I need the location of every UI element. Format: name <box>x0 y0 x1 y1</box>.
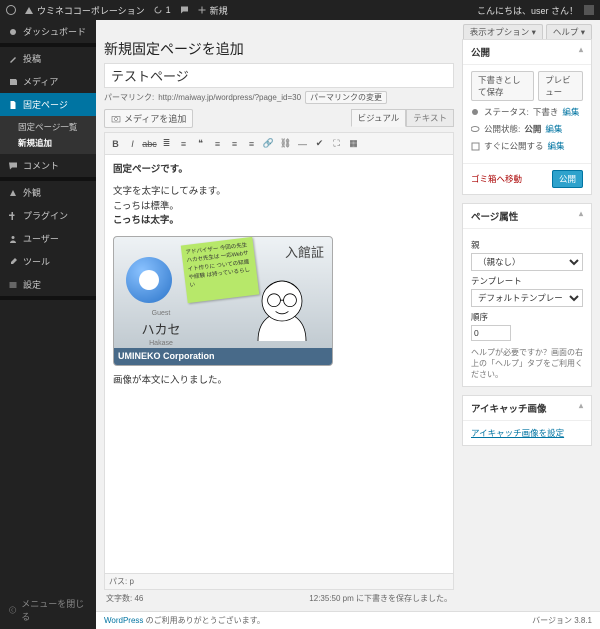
card-title: 入館証 <box>285 243 324 263</box>
help-tab[interactable]: ヘルプ ▾ <box>546 24 592 39</box>
tb-fullscreen[interactable]: ⛶ <box>329 136 344 151</box>
template-select[interactable]: デフォルトテンプレート <box>471 289 583 307</box>
permalink-row: パーマリンク: http://maiway.jp/wordpress/?page… <box>104 91 454 104</box>
card-ribbon: UMINEKO Corporation <box>114 348 332 366</box>
tb-strike[interactable]: abc <box>142 136 157 151</box>
comments-icon[interactable] <box>179 5 189 15</box>
submenu-pages-new[interactable]: 新規追加 <box>18 135 96 151</box>
camera-icon <box>111 114 121 124</box>
admin-bar: ウミネココーポレーション 1 新規 こんにちは、user さん！ <box>0 0 600 20</box>
toggle-icon[interactable]: ▴ <box>579 401 583 415</box>
tb-ol[interactable]: ≡ <box>176 136 191 151</box>
content-editor[interactable]: 固定ページです。 文字を太字にしてみます。 こっちは標準。 こっちは太字。 入館… <box>104 154 454 574</box>
tb-ul[interactable]: ≣ <box>159 136 174 151</box>
set-featured-image[interactable]: アイキャッチ画像を設定 <box>471 428 564 438</box>
publish-button[interactable]: 公開 <box>552 170 583 188</box>
tb-more[interactable]: — <box>295 136 310 151</box>
save-draft-button[interactable]: 下書きとして保存 <box>471 71 534 101</box>
preview-button[interactable]: プレビュー <box>538 71 583 101</box>
new-content[interactable]: 新規 <box>197 4 228 17</box>
tb-unlink[interactable]: ⛓ <box>278 136 293 151</box>
menu-tools[interactable]: ツール <box>0 250 96 273</box>
submenu-pages: 固定ページ一覧 新規追加 <box>0 116 96 154</box>
page-heading: 新規固定ページを追加 <box>104 39 454 59</box>
calendar-icon <box>471 142 480 151</box>
page-attributes-box: ページ属性▴ 親 （親なし） テンプレート デフォルトテンプレート 順序 ヘルプ… <box>462 203 592 387</box>
menu-settings[interactable]: 設定 <box>0 273 96 296</box>
tab-visual[interactable]: ビジュアル <box>351 109 407 127</box>
parent-select[interactable]: （親なし） <box>471 253 583 271</box>
publish-box: 公開▴ 下書きとして保存 プレビュー ステータス: 下書き 編集 公開状態: 公… <box>462 39 592 195</box>
edit-status[interactable]: 編集 <box>562 106 579 118</box>
menu-appearance[interactable]: 外観 <box>0 181 96 204</box>
admin-footer: WordPress のご利用ありがとうございます。 バージョン 3.8.1 <box>96 611 600 629</box>
tb-link[interactable]: 🔗 <box>261 136 276 151</box>
sticky-note: アドバイザー 今回の先生 ハカセ先生は 一応Webサイト作りに ついての知識や経… <box>181 237 260 303</box>
wp-link[interactable]: WordPress <box>104 616 143 625</box>
tab-text[interactable]: テキスト <box>406 109 454 127</box>
collapse-menu[interactable]: メニューを閉じる <box>0 591 96 629</box>
add-media-button[interactable]: メディアを追加 <box>104 109 193 128</box>
admin-menu: ダッシュボード 投稿 メディア 固定ページ 固定ページ一覧 新規追加 コメント … <box>0 20 96 629</box>
updates-icon[interactable]: 1 <box>153 5 171 15</box>
menu-plugins[interactable]: プラグイン <box>0 204 96 227</box>
edit-visibility[interactable]: 編集 <box>545 123 562 135</box>
autosave-msg: 12:35:50 pm に下書きを保存しました。 <box>309 593 452 604</box>
tb-spell[interactable]: ✔ <box>312 136 327 151</box>
site-name[interactable]: ウミネココーポレーション <box>24 4 145 17</box>
editor-toolbar: B I abc ≣ ≡ ❝ ≡ ≡ ≡ 🔗 ⛓ — ✔ ⛶ ▦ <box>104 132 454 154</box>
featured-image-box: アイキャッチ画像▴ アイキャッチ画像を設定 <box>462 395 592 446</box>
order-input[interactable] <box>471 325 511 341</box>
inserted-image[interactable]: 入館証 Guest ハカセ Hakase <box>113 236 333 366</box>
edit-schedule[interactable]: 編集 <box>548 140 565 152</box>
menu-comments[interactable]: コメント <box>0 154 96 177</box>
tb-toggle[interactable]: ▦ <box>346 136 361 151</box>
tb-alignright[interactable]: ≡ <box>244 136 259 151</box>
pin-icon <box>471 108 480 117</box>
menu-dashboard[interactable]: ダッシュボード <box>0 20 96 43</box>
toggle-icon[interactable]: ▴ <box>579 209 583 223</box>
submenu-pages-list[interactable]: 固定ページ一覧 <box>18 119 96 135</box>
eye-icon <box>471 125 480 134</box>
menu-users[interactable]: ユーザー <box>0 227 96 250</box>
permalink-edit-button[interactable]: パーマリンクの変更 <box>305 91 387 104</box>
tb-aligncenter[interactable]: ≡ <box>227 136 242 151</box>
version-text: バージョン 3.8.1 <box>532 615 592 626</box>
card-logo-icon <box>126 257 172 303</box>
screen-options-tab[interactable]: 表示オプション ▾ <box>463 24 543 39</box>
menu-pages[interactable]: 固定ページ <box>0 93 96 116</box>
title-input[interactable] <box>104 63 454 88</box>
tb-bold[interactable]: B <box>108 136 123 151</box>
tb-quote[interactable]: ❝ <box>193 136 208 151</box>
greeting[interactable]: こんにちは、user さん！ <box>477 4 594 17</box>
tb-alignleft[interactable]: ≡ <box>210 136 225 151</box>
menu-posts[interactable]: 投稿 <box>0 47 96 70</box>
toggle-icon[interactable]: ▴ <box>579 45 583 59</box>
trash-link[interactable]: ゴミ箱へ移動 <box>471 173 522 185</box>
menu-media[interactable]: メディア <box>0 70 96 93</box>
wp-logo[interactable] <box>6 5 16 15</box>
tb-italic[interactable]: I <box>125 136 140 151</box>
permalink-url: http://maiway.jp/wordpress/?page_id=30 <box>158 93 301 102</box>
